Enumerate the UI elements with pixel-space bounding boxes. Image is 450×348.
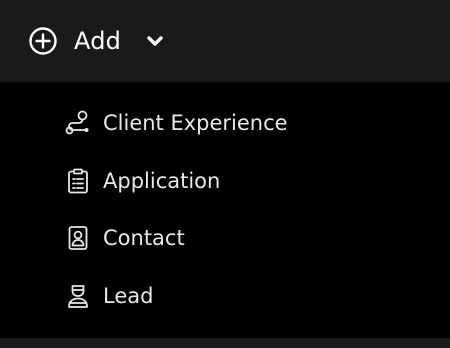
add-dropdown: Add Client Experience Application Contac… bbox=[0, 0, 450, 348]
clipboard-list-icon bbox=[64, 167, 92, 195]
menu-item-label: Lead bbox=[103, 284, 154, 308]
menu-item-label: Application bbox=[103, 169, 221, 193]
add-menu-header: Add bbox=[0, 0, 450, 82]
person-badge-icon bbox=[64, 282, 92, 310]
menu-item-label: Contact bbox=[103, 226, 185, 250]
circle-plus-icon bbox=[28, 26, 58, 56]
add-menu-toggle[interactable]: Add bbox=[0, 0, 165, 82]
contact-card-icon bbox=[64, 224, 92, 252]
add-menu-label: Add bbox=[74, 27, 122, 55]
menu-item-application[interactable]: Application bbox=[64, 161, 220, 201]
chevron-down-icon bbox=[145, 31, 165, 51]
menu-item-client-experience[interactable]: Client Experience bbox=[64, 103, 288, 143]
bottom-divider bbox=[0, 338, 450, 348]
journey-route-icon bbox=[64, 109, 92, 137]
add-menu-list: Client Experience Application Contact Le… bbox=[0, 82, 450, 338]
menu-item-label: Client Experience bbox=[103, 111, 288, 135]
menu-item-contact[interactable]: Contact bbox=[64, 218, 185, 258]
menu-item-lead[interactable]: Lead bbox=[64, 276, 153, 316]
